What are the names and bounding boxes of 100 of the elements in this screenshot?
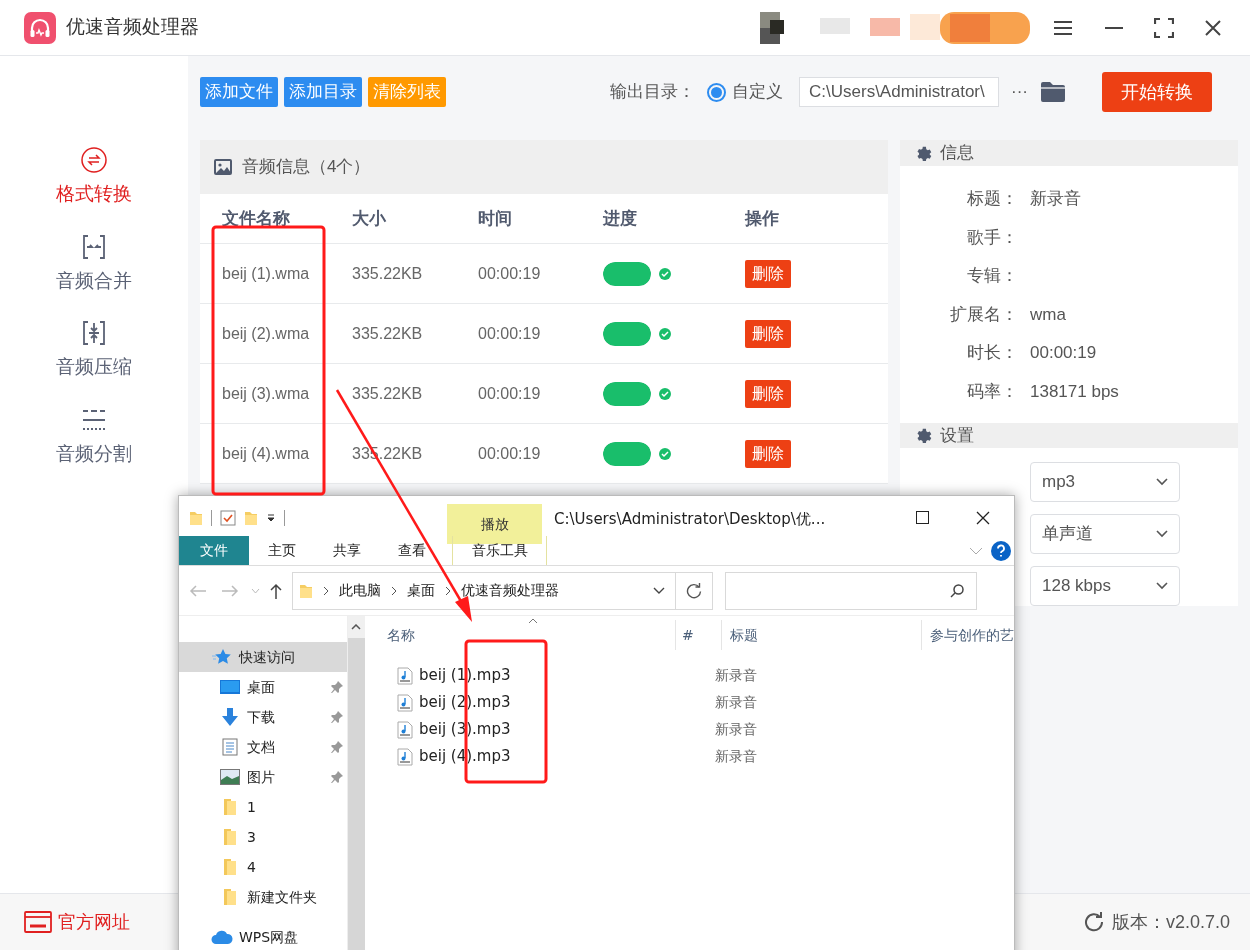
table-cell-text: 335.22KB xyxy=(352,323,424,344)
column-header[interactable]: # xyxy=(675,620,721,650)
website-icon xyxy=(24,911,52,933)
chevron-down-icon xyxy=(1156,478,1168,486)
dropdown-icon[interactable] xyxy=(266,514,276,522)
delete-button[interactable]: 删除 xyxy=(745,439,791,468)
dropdown[interactable]: mp3 xyxy=(1030,462,1180,502)
column-header: 进度 xyxy=(603,207,638,230)
field-value: 新录音 xyxy=(1030,188,1081,210)
ribbon-tab[interactable]: 文件 xyxy=(179,536,249,565)
nav-item[interactable]: 图片 xyxy=(179,762,347,792)
close-icon[interactable] xyxy=(1204,18,1222,37)
field-label: 扩展名： xyxy=(949,303,1018,326)
window-title: C:\Users\Administrator\Desktop\优... xyxy=(554,509,826,530)
delete-button[interactable]: 删除 xyxy=(745,319,791,348)
checklist-icon[interactable] xyxy=(220,510,236,526)
ribbon-tab[interactable]: 音乐工具 xyxy=(452,536,547,565)
chevron-down-icon[interactable] xyxy=(653,586,665,595)
output-label: 输出目录： xyxy=(610,81,695,104)
nav-item[interactable]: 桌面 xyxy=(179,672,347,702)
audio-file-icon xyxy=(397,693,413,712)
ribbon-tab[interactable]: 主页 xyxy=(249,536,314,565)
sidebar-item[interactable]: 音频压缩 xyxy=(56,353,132,382)
radio-button[interactable] xyxy=(707,82,726,102)
nav-item[interactable]: WPS网盘 xyxy=(179,922,347,950)
delete-button[interactable]: 删除 xyxy=(745,379,791,408)
dropdown[interactable]: 单声道 xyxy=(1030,514,1180,554)
column-header[interactable]: 名称 xyxy=(375,620,675,650)
fullscreen-icon[interactable] xyxy=(1154,17,1174,38)
nav-item[interactable]: 4 xyxy=(179,852,347,882)
table-cell-text: beij (1).wma xyxy=(222,263,311,284)
sidebar-item[interactable]: 音频分割 xyxy=(56,439,132,468)
document-icon xyxy=(219,738,241,756)
website-link[interactable]: 官方网址 xyxy=(58,908,130,936)
column-header[interactable]: 参与创作的艺 xyxy=(921,620,1014,650)
ribbon-tab[interactable]: 查看 xyxy=(379,536,444,565)
audio-file-icon xyxy=(397,747,413,766)
sidebar-item[interactable]: 音频合并 xyxy=(56,266,132,295)
chevron-down-icon xyxy=(1156,530,1168,538)
file-title: 新录音 xyxy=(715,720,757,739)
audio-file-icon xyxy=(397,666,413,685)
menu-icon[interactable] xyxy=(1052,18,1074,37)
dropdown[interactable]: 128 kbps xyxy=(1030,566,1180,606)
download-icon xyxy=(219,708,241,726)
chevron-up-icon[interactable] xyxy=(351,624,362,630)
field-label: 标题： xyxy=(966,188,1018,210)
table-cell-text: 335.22KB xyxy=(352,263,424,284)
minimize-icon[interactable] xyxy=(1104,25,1124,30)
chevron-right-icon xyxy=(323,585,329,596)
nav-item[interactable]: 新建文件夹 xyxy=(179,882,347,912)
search-field[interactable] xyxy=(725,571,977,610)
version-label: 版本：v2.0.7.0 xyxy=(1111,910,1230,934)
more-button[interactable]: ··· xyxy=(1011,79,1028,105)
ribbon-tab[interactable]: 共享 xyxy=(314,536,379,565)
up-arrow-icon[interactable] xyxy=(270,582,282,599)
cloud-icon xyxy=(211,929,233,945)
compress-icon xyxy=(80,319,108,347)
image-icon xyxy=(219,769,241,785)
field-value: wma xyxy=(1030,303,1066,326)
nav-item[interactable]: 文档 xyxy=(179,732,347,762)
refresh-icon xyxy=(686,582,702,599)
progress-bar xyxy=(603,321,651,346)
table-cell-text: 00:00:19 xyxy=(478,323,542,344)
table-cell-text: 00:00:19 xyxy=(478,443,542,464)
column-header: 时间 xyxy=(478,207,513,230)
breadcrumb-item[interactable]: 优速音频处理器 xyxy=(461,580,559,601)
path-field[interactable]: C:\Users\Administrator\ xyxy=(799,77,999,107)
nav-item[interactable]: 下载 xyxy=(179,702,347,732)
panel-title: 信息 xyxy=(940,142,974,164)
breadcrumb-item[interactable]: 此电脑 xyxy=(339,580,381,601)
breadcrumb-item[interactable]: 桌面 xyxy=(407,580,435,601)
column-header[interactable]: 标题 xyxy=(721,620,921,650)
refresh-button[interactable] xyxy=(675,571,713,610)
field-value: 00:00:19 xyxy=(1030,342,1097,364)
nav-item[interactable]: 快速访问 xyxy=(179,642,347,672)
start-button[interactable]: 开始转换 xyxy=(1102,72,1212,112)
chevron-right-icon xyxy=(445,585,451,596)
radio-label: 自定义 xyxy=(732,81,783,104)
search-icon xyxy=(950,583,964,598)
delete-button[interactable]: 删除 xyxy=(745,259,791,288)
field-label: 码率： xyxy=(966,380,1018,403)
refresh-icon[interactable] xyxy=(1083,912,1104,932)
audio-file-icon xyxy=(397,720,413,739)
chevron-right-icon xyxy=(391,585,397,596)
field-label: 歌手： xyxy=(966,226,1018,249)
context-tab[interactable]: 播放 xyxy=(447,504,542,544)
table-cell-text: 00:00:19 xyxy=(478,263,542,284)
table-cell-text: 00:00:19 xyxy=(478,383,542,404)
convert-icon xyxy=(80,146,108,174)
maximize-icon[interactable] xyxy=(916,511,929,524)
column-header: 操作 xyxy=(745,207,780,230)
app-title: 优速音频处理器 xyxy=(66,15,199,40)
star-icon xyxy=(211,648,233,666)
close-icon[interactable] xyxy=(976,511,990,525)
nav-item[interactable]: 3 xyxy=(179,822,347,852)
table-cell-text: beij (3).wma xyxy=(222,383,311,404)
sidebar-item[interactable]: 格式转换 xyxy=(56,180,132,209)
nav-item[interactable]: 1 xyxy=(179,792,347,822)
folder-icon[interactable] xyxy=(1040,81,1066,103)
help-icon[interactable] xyxy=(991,540,1011,561)
